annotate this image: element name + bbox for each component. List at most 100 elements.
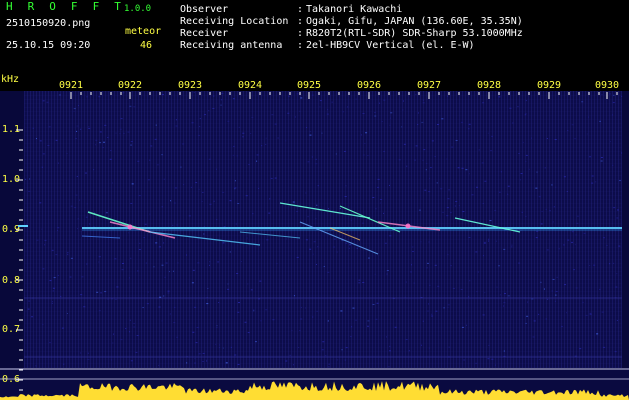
noise-dot (244, 321, 247, 323)
noise-dot (130, 141, 133, 143)
noise-dot (76, 175, 78, 177)
noise-dot (511, 246, 513, 248)
noise-dot (35, 365, 37, 367)
noise-dot (107, 136, 109, 138)
noise-dot (611, 114, 613, 116)
noise-dot (209, 261, 211, 263)
noise-dot (206, 360, 208, 362)
noise-dot (527, 301, 529, 303)
noise-dot (403, 100, 405, 102)
noise-dot (190, 186, 192, 188)
noise-dot (388, 350, 391, 352)
noise-dot (133, 106, 136, 108)
noise-dot (539, 350, 541, 352)
noise-dot (509, 107, 512, 109)
noise-dot (565, 312, 567, 314)
noise-dot (386, 270, 389, 272)
noise-dot (55, 139, 58, 141)
noise-dot (268, 212, 271, 214)
noise-dot (589, 156, 592, 158)
noise-dot (196, 326, 199, 328)
noise-dot (446, 215, 449, 217)
noise-dot (74, 207, 76, 209)
noise-dot (98, 261, 100, 263)
noise-dot (512, 122, 514, 124)
noise-dot (601, 94, 603, 96)
noise-dot (176, 336, 179, 338)
noise-dot (289, 354, 291, 356)
noise-dot (52, 287, 55, 289)
noise-dot (582, 301, 584, 303)
noise-dot (218, 347, 220, 349)
noise-dot (153, 266, 155, 268)
noise-dot (389, 235, 392, 237)
noise-dot (356, 247, 358, 249)
noise-dot (256, 160, 258, 162)
noise-dot (321, 132, 323, 134)
noise-dot (75, 194, 78, 196)
noise-dot (247, 164, 250, 166)
noise-dot (216, 326, 218, 328)
noise-dot (424, 189, 427, 191)
noise-dot (137, 160, 140, 162)
noise-dot (274, 123, 277, 125)
noise-dot (379, 202, 381, 204)
noise-dot (57, 162, 59, 164)
noise-dot (546, 249, 549, 251)
noise-dot (434, 156, 436, 158)
noise-dot (465, 169, 468, 171)
noise-dot (130, 144, 132, 146)
noise-dot (546, 137, 548, 139)
noise-dot (131, 183, 134, 185)
noise-dot (242, 132, 245, 134)
noise-dot (528, 168, 530, 170)
noise-dot (476, 291, 478, 293)
noise-dot (266, 239, 269, 241)
noise-dot (194, 306, 197, 308)
noise-dot (75, 138, 77, 140)
noise-dot (339, 207, 341, 209)
noise-dot (296, 210, 299, 212)
noise-dot (520, 179, 522, 181)
noise-dot (507, 295, 510, 297)
noise-dot (222, 192, 225, 194)
noise-dot (53, 277, 56, 279)
noise-dot (177, 262, 179, 264)
noise-dot (258, 187, 260, 189)
noise-dot (80, 294, 83, 296)
noise-dot (130, 202, 133, 204)
noise-dot (447, 253, 449, 255)
noise-dot (309, 134, 312, 136)
noise-dot (417, 112, 419, 114)
noise-dot (317, 246, 319, 248)
noise-dot (161, 154, 163, 156)
noise-dot (342, 111, 344, 113)
noise-dot (477, 271, 479, 273)
noise-dot (198, 188, 200, 190)
noise-dot (410, 271, 412, 273)
noise-dot (67, 251, 69, 253)
noise-dot (193, 92, 195, 94)
noise-dot (77, 105, 79, 107)
noise-dot (386, 273, 388, 275)
noise-dot (367, 155, 369, 157)
noise-dot (208, 158, 211, 160)
noise-dot (420, 241, 422, 243)
noise-dot (285, 140, 287, 142)
noise-dot (575, 234, 577, 236)
noise-dot (208, 110, 210, 112)
noise-dot (107, 298, 109, 300)
noise-dot (86, 203, 88, 205)
noise-dot (265, 143, 267, 145)
noise-dot (122, 92, 125, 94)
noise-dot (84, 172, 87, 174)
noise-dot (567, 129, 569, 131)
noise-dot (579, 348, 582, 350)
noise-dot (221, 93, 224, 95)
noise-dot (355, 319, 357, 321)
noise-dot (341, 349, 343, 351)
noise-dot (327, 109, 329, 111)
freq-ticks (16, 129, 23, 391)
noise-dot (259, 280, 262, 282)
noise-dot (185, 254, 187, 256)
